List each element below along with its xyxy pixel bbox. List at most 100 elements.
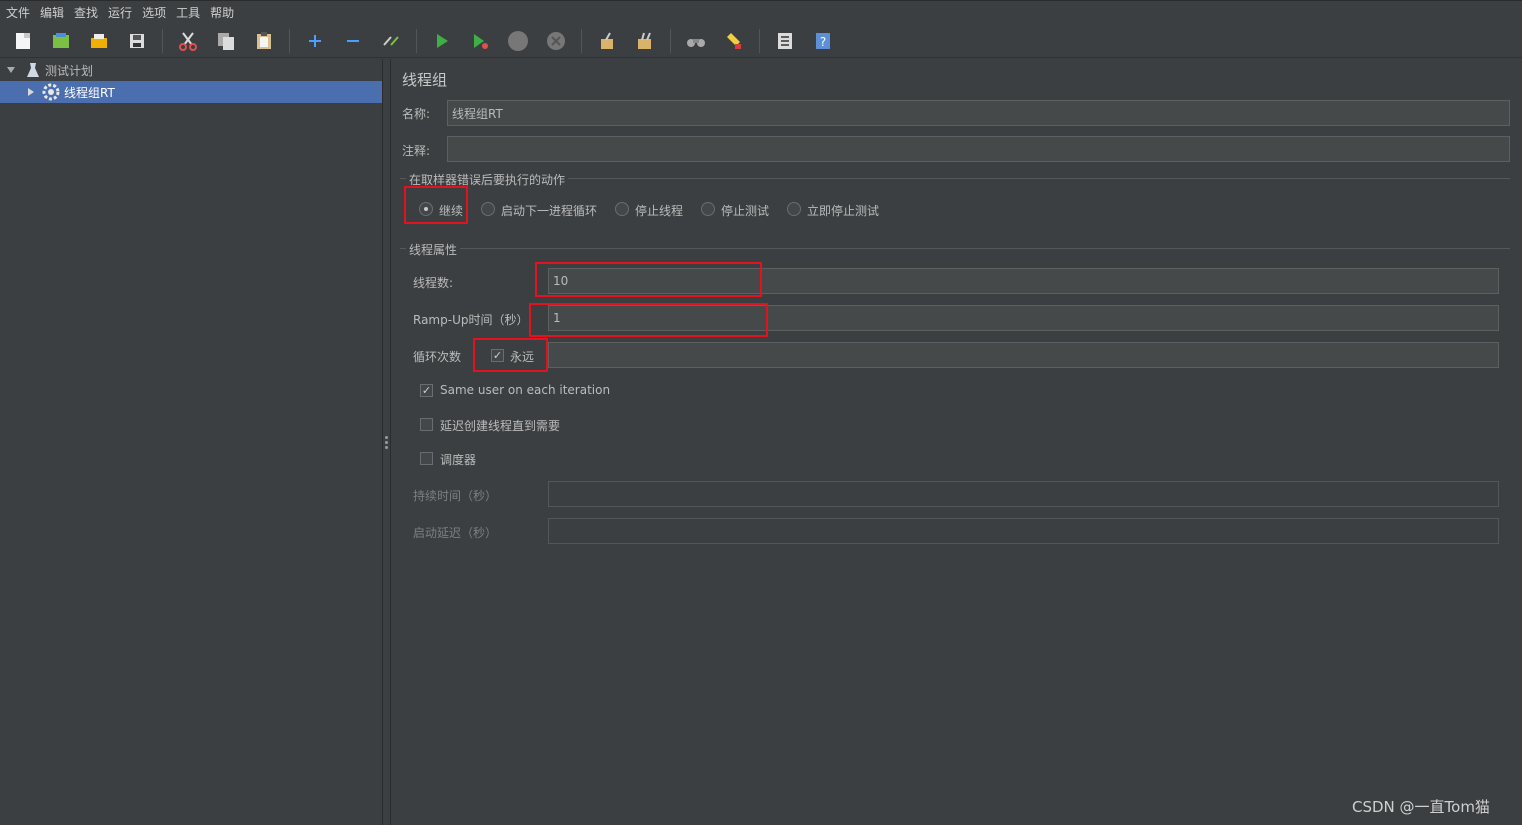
gear-icon <box>42 83 60 101</box>
startup-delay-label: 启动延迟（秒） <box>413 526 498 540</box>
comment-label: 注释: <box>402 144 431 158</box>
open-button[interactable] <box>86 28 112 54</box>
panel-splitter[interactable] <box>383 59 391 825</box>
highlight-box-forever <box>473 338 548 372</box>
tree-panel: 测试计划 线程组RT <box>0 59 383 825</box>
delay-thread-label: 延迟创建线程直到需要 <box>440 419 561 433</box>
toolbar-separator <box>581 29 582 53</box>
toggle-button[interactable] <box>378 28 404 54</box>
menu-bar: 文件 编辑 查找 运行 选项 工具 帮助 <box>0 0 1522 24</box>
help-icon: ? <box>816 33 830 49</box>
section-border <box>400 248 1510 249</box>
new-button[interactable] <box>10 28 36 54</box>
test-plan-icon <box>27 63 39 77</box>
startup-delay-input[interactable] <box>548 518 1499 544</box>
stop-icon <box>508 31 528 51</box>
collapsed-arrow-icon <box>28 88 34 96</box>
threads-label: 线程数: <box>413 276 454 290</box>
search-icon <box>687 39 705 47</box>
toolbar-separator <box>416 29 417 53</box>
tree-node-thread-group[interactable]: 线程组RT <box>0 81 382 103</box>
loop-label: 循环次数 <box>413 350 462 364</box>
expand-icon <box>309 35 321 47</box>
thread-group-panel: 线程组 名称: 线程组RT 注释: 在取样器错误后要执行的动作 继续 启动下一进… <box>392 59 1522 825</box>
templates-icon <box>53 33 69 48</box>
svg-text:?: ? <box>820 35 826 49</box>
toggle-icon <box>383 36 399 46</box>
radio-stop-test[interactable] <box>701 202 715 216</box>
menu-search[interactable]: 查找 <box>74 4 98 21</box>
name-label: 名称: <box>402 107 431 121</box>
menu-file[interactable]: 文件 <box>6 4 30 21</box>
radio-stop-test-now[interactable] <box>787 202 801 216</box>
highlight-box-threads <box>535 262 762 297</box>
cut-icon <box>179 32 197 51</box>
highlight-box-rampup <box>529 303 768 337</box>
menu-edit[interactable]: 编辑 <box>40 4 64 21</box>
watermark: CSDN @一直Tom猫 <box>1352 798 1490 816</box>
duration-label: 持续时间（秒） <box>413 489 498 503</box>
clear-icon <box>601 32 613 49</box>
tree-node-test-plan[interactable]: 测试计划 <box>0 59 382 81</box>
start-button[interactable] <box>429 28 455 54</box>
function-helper-icon <box>778 33 792 49</box>
menu-tools[interactable]: 工具 <box>176 4 200 21</box>
props-section-title: 线程属性 <box>406 241 461 258</box>
tree-node-label: 测试计划 <box>45 63 94 78</box>
menu-help[interactable]: 帮助 <box>210 4 234 21</box>
shutdown-button[interactable] <box>543 28 569 54</box>
scheduler-checkbox[interactable] <box>420 452 433 465</box>
clear-all-icon <box>638 32 651 49</box>
radio-stop-thread[interactable] <box>615 202 629 216</box>
reset-search-icon <box>727 33 741 49</box>
search-button[interactable] <box>683 28 709 54</box>
name-input[interactable]: 线程组RT <box>447 100 1510 126</box>
same-user-label: Same user on each iteration <box>440 383 611 397</box>
toolbar-separator <box>759 29 760 53</box>
duration-input[interactable] <box>548 481 1499 507</box>
start-icon <box>437 34 448 48</box>
same-user-checkbox[interactable]: ✓ <box>420 384 433 397</box>
function-helper-button[interactable] <box>772 28 798 54</box>
paste-icon <box>257 32 271 49</box>
expand-arrow-icon <box>7 67 15 73</box>
radio-start-next-loop-label: 启动下一进程循环 <box>501 204 598 218</box>
delay-thread-checkbox[interactable] <box>420 418 433 431</box>
menu-run[interactable]: 运行 <box>108 4 132 21</box>
tree-node-label: 线程组RT <box>64 85 115 100</box>
collapse-icon <box>347 40 359 42</box>
shutdown-icon <box>547 32 565 50</box>
help-button[interactable]: ? <box>810 28 836 54</box>
highlight-box-continue <box>404 186 468 224</box>
copy-button[interactable] <box>213 28 239 54</box>
splitter-grip <box>385 446 388 449</box>
rampup-label: Ramp-Up时间（秒） <box>413 313 529 327</box>
radio-stop-test-label: 停止测试 <box>721 204 770 218</box>
toolbar-separator <box>670 29 671 53</box>
copy-icon <box>218 33 234 50</box>
scheduler-label: 调度器 <box>440 453 477 467</box>
menu-options[interactable]: 选项 <box>142 4 166 21</box>
paste-button[interactable] <box>251 28 277 54</box>
stop-button[interactable] <box>505 28 531 54</box>
comment-input[interactable] <box>447 136 1510 162</box>
clear-button[interactable] <box>594 28 620 54</box>
open-icon <box>91 34 107 48</box>
loop-count-input[interactable] <box>548 342 1499 368</box>
start-no-pause-button[interactable] <box>467 28 493 54</box>
splitter-grip <box>385 441 388 444</box>
radio-stop-thread-label: 停止线程 <box>635 204 684 218</box>
radio-start-next-loop[interactable] <box>481 202 495 216</box>
cut-button[interactable] <box>175 28 201 54</box>
expand-button[interactable] <box>302 28 328 54</box>
toolbar-separator <box>289 29 290 53</box>
save-icon <box>130 34 144 48</box>
templates-button[interactable] <box>48 28 74 54</box>
splitter-grip <box>385 436 388 439</box>
reset-search-button[interactable] <box>721 28 747 54</box>
radio-stop-test-now-label: 立即停止测试 <box>807 204 880 218</box>
collapse-button[interactable] <box>340 28 366 54</box>
save-button[interactable] <box>124 28 150 54</box>
start-no-pause-icon <box>474 34 488 49</box>
clear-all-button[interactable] <box>632 28 658 54</box>
